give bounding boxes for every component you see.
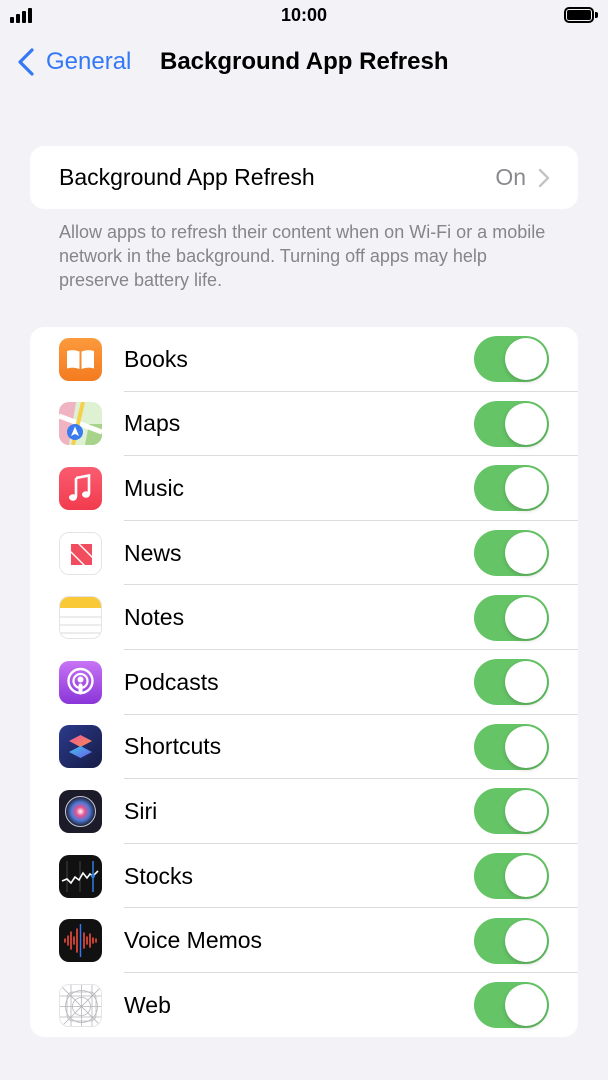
maps-icon xyxy=(59,402,102,446)
podcasts-icon xyxy=(59,660,102,704)
apps-list: Books Maps Music News Notes Podcasts Sho… xyxy=(30,327,578,1037)
siri-toggle[interactable] xyxy=(474,788,549,835)
chevron-right-icon xyxy=(538,168,550,187)
app-name: Podcasts xyxy=(124,668,219,695)
shortcuts-icon xyxy=(59,725,102,769)
music-toggle[interactable] xyxy=(474,465,549,512)
app-row-siri: Siri xyxy=(30,779,578,844)
stocks-icon xyxy=(59,854,102,898)
app-row-news: News xyxy=(30,521,578,586)
voice-memos-icon xyxy=(59,919,102,963)
background-app-refresh-row[interactable]: Background App Refresh On xyxy=(30,146,578,209)
status-time: 10:00 xyxy=(280,5,328,25)
news-toggle[interactable] xyxy=(474,530,549,577)
shortcuts-toggle[interactable] xyxy=(474,723,549,770)
stocks-toggle[interactable] xyxy=(474,853,549,900)
app-name: Music xyxy=(124,474,185,501)
maps-toggle[interactable] xyxy=(474,400,549,447)
app-name: Siri xyxy=(124,797,158,824)
refresh-setting-label: Background App Refresh xyxy=(59,164,315,190)
news-icon xyxy=(59,531,102,575)
page-title: Background App Refresh xyxy=(160,48,449,75)
battery-icon xyxy=(564,7,598,23)
app-name: Maps xyxy=(124,410,181,437)
app-row-notes: Notes xyxy=(30,585,578,650)
app-name: Stocks xyxy=(124,862,194,889)
app-name: Notes xyxy=(124,604,185,631)
app-row-podcasts: Podcasts xyxy=(30,650,578,715)
app-row-music: Music xyxy=(30,456,578,521)
notes-toggle[interactable] xyxy=(474,594,549,641)
app-name: Shortcuts xyxy=(124,733,222,760)
refresh-setting-card: Background App Refresh On xyxy=(30,146,578,209)
music-icon xyxy=(59,466,102,510)
refresh-setting-value: On xyxy=(495,164,526,190)
podcasts-toggle[interactable] xyxy=(474,659,549,706)
app-row-voice-memos: Voice Memos xyxy=(30,908,578,973)
siri-icon xyxy=(59,789,102,833)
notes-icon xyxy=(59,596,102,640)
refresh-footnote: Allow apps to refresh their content when… xyxy=(59,222,546,290)
app-row-stocks: Stocks xyxy=(30,844,578,909)
voice-memos-toggle[interactable] xyxy=(474,917,549,964)
app-row-web: Web xyxy=(30,973,578,1037)
app-row-shortcuts: Shortcuts xyxy=(30,715,578,780)
app-row-maps: Maps xyxy=(30,392,578,457)
app-name: Voice Memos xyxy=(124,927,263,954)
web-icon xyxy=(59,983,102,1027)
web-toggle[interactable] xyxy=(474,982,549,1029)
app-row-books: Books xyxy=(30,327,578,392)
books-toggle[interactable] xyxy=(474,336,549,383)
app-name: Books xyxy=(124,345,188,372)
status-bar: 10:00 xyxy=(0,0,608,32)
app-name: News xyxy=(124,539,182,566)
back-button-label: General xyxy=(46,48,132,75)
app-name: Web xyxy=(124,991,171,1018)
navigation-bar: General Background App Refresh xyxy=(0,38,608,86)
books-icon xyxy=(59,337,102,381)
back-button[interactable]: General xyxy=(16,44,131,80)
chevron-left-icon xyxy=(18,48,34,76)
